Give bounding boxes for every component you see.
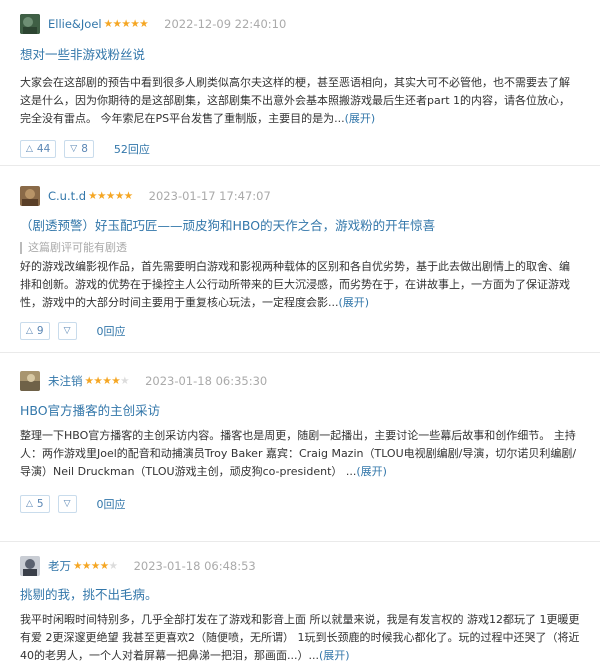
review-header: C.u.t.d ★★★★★ 2023-01-17 17:47:07 bbox=[20, 185, 580, 207]
downvote-count: 8 bbox=[81, 143, 88, 155]
rating-stars: ★★★★★ bbox=[88, 190, 133, 202]
review-text: 大家会在这部剧的预告中看到很多人刷类似高尔夫这样的梗，甚至恶语相向，其实大可不必… bbox=[20, 76, 571, 125]
review-time: 2023-01-17 17:47:07 bbox=[148, 189, 271, 203]
avatar[interactable] bbox=[20, 14, 40, 34]
review-time: 2023-01-18 06:35:30 bbox=[145, 374, 268, 388]
review-item: Ellie&Joel ★★★★★ 2022-12-09 22:40:10 想对一… bbox=[0, 0, 600, 166]
spoiler-warning: 这篇剧评可能有剧透 bbox=[20, 241, 580, 255]
author-name[interactable]: 老万 bbox=[48, 558, 71, 574]
avatar[interactable] bbox=[20, 556, 40, 576]
review-title[interactable]: （剧透预警）好玉配巧匠——顽皮狗和HBO的天作之合，游戏粉的开年惊喜 bbox=[20, 217, 580, 234]
review-text: 整理一下HBO官方播客的主创采访内容。播客也是周更，随剧一起播出，主要讨论一些幕… bbox=[20, 429, 577, 478]
review-header: 未注销 ★★★★★ 2023-01-18 06:35:30 bbox=[20, 370, 580, 392]
review-text: 好的游戏改编影视作品，首先需要明白游戏和影视两种载体的区别和各自优劣势，基于此去… bbox=[20, 260, 570, 309]
reply-link[interactable]: 52回应 bbox=[114, 141, 150, 157]
rating-stars: ★★★★★ bbox=[84, 375, 130, 387]
review-title[interactable]: 想对一些非游戏粉丝说 bbox=[20, 46, 580, 63]
upvote-count: 44 bbox=[36, 143, 51, 155]
review-item: 老万 ★★★★★ 2023-01-18 06:48:53 挑剔的我，挑不出毛病。… bbox=[0, 545, 600, 668]
upvote-count: 5 bbox=[36, 498, 44, 510]
upvote-button[interactable]: △ 44 bbox=[20, 140, 57, 158]
review-actions: △ 5 ▽ 0回应 bbox=[20, 493, 580, 515]
review-header: Ellie&Joel ★★★★★ 2022-12-09 22:40:10 bbox=[20, 13, 580, 35]
review-actions: △ 44 ▽ 8 52回应 bbox=[20, 138, 580, 160]
review-header: 老万 ★★★★★ 2023-01-18 06:48:53 bbox=[20, 555, 580, 577]
spoiler-bar bbox=[20, 242, 22, 254]
review-time: 2022-12-09 22:40:10 bbox=[164, 17, 287, 31]
expand-link[interactable]: (展开) bbox=[339, 296, 370, 309]
thumb-down-icon: ▽ bbox=[63, 326, 71, 336]
downvote-button[interactable]: ▽ 8 bbox=[64, 140, 94, 158]
review-item: 未注销 ★★★★★ 2023-01-18 06:35:30 HBO官方播客的主创… bbox=[0, 362, 600, 542]
review-list: Ellie&Joel ★★★★★ 2022-12-09 22:40:10 想对一… bbox=[0, 0, 600, 668]
expand-link[interactable]: (展开) bbox=[345, 112, 376, 125]
review-time: 2023-01-18 06:48:53 bbox=[133, 559, 256, 573]
rating-stars: ★★★★★ bbox=[103, 18, 149, 30]
review-body: 好的游戏改编影视作品，首先需要明白游戏和影视两种载体的区别和各自优劣势，基于此去… bbox=[20, 258, 580, 312]
spoiler-text: 这篇剧评可能有剧透 bbox=[28, 241, 127, 254]
upvote-count: 9 bbox=[36, 325, 44, 337]
rating-stars: ★★★★★ bbox=[73, 560, 118, 572]
upvote-button[interactable]: △ 9 bbox=[20, 322, 50, 340]
review-body: 整理一下HBO官方播客的主创采访内容。播客也是周更，随剧一起播出，主要讨论一些幕… bbox=[20, 427, 580, 481]
reply-link[interactable]: 0回应 bbox=[97, 496, 126, 512]
author-name[interactable]: Ellie&Joel bbox=[48, 17, 102, 31]
upvote-button[interactable]: △ 5 bbox=[20, 495, 50, 513]
thumb-down-icon: ▽ bbox=[70, 144, 78, 154]
avatar[interactable] bbox=[20, 186, 40, 206]
thumb-down-icon: ▽ bbox=[63, 499, 71, 509]
downvote-button[interactable]: ▽ bbox=[57, 495, 77, 513]
review-body: 我平时闲暇时间特别多，几乎全部打发在了游戏和影音上面 所以就量来说，我是有发言权… bbox=[20, 611, 580, 665]
review-title[interactable]: 挑剔的我，挑不出毛病。 bbox=[20, 586, 580, 603]
thumb-up-icon: △ bbox=[26, 144, 33, 154]
downvote-button[interactable]: ▽ bbox=[57, 322, 77, 340]
author-name[interactable]: C.u.t.d bbox=[48, 189, 86, 203]
review-item: C.u.t.d ★★★★★ 2023-01-17 17:47:07 （剧透预警）… bbox=[0, 177, 600, 353]
thumb-up-icon: △ bbox=[26, 499, 33, 509]
review-body: 大家会在这部剧的预告中看到很多人刷类似高尔夫这样的梗，甚至恶语相向，其实大可不必… bbox=[20, 74, 580, 128]
expand-link[interactable]: (展开) bbox=[356, 465, 387, 478]
review-actions: △ 9 ▽ 0回应 bbox=[20, 320, 580, 342]
review-title[interactable]: HBO官方播客的主创采访 bbox=[20, 402, 580, 419]
avatar[interactable] bbox=[20, 371, 40, 391]
thumb-up-icon: △ bbox=[26, 326, 33, 336]
reply-link[interactable]: 0回应 bbox=[97, 323, 126, 339]
expand-link[interactable]: (展开) bbox=[319, 649, 350, 662]
review-text: 我平时闲暇时间特别多，几乎全部打发在了游戏和影音上面 所以就量来说，我是有发言权… bbox=[20, 613, 580, 662]
author-name[interactable]: 未注销 bbox=[48, 373, 83, 389]
